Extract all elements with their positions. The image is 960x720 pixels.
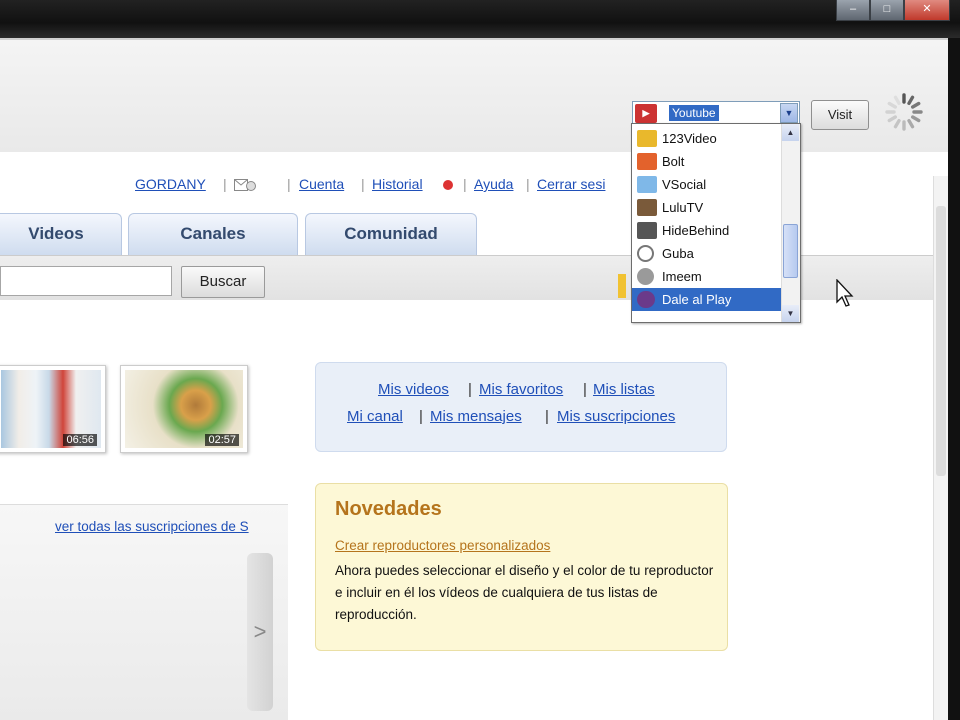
separator: | — [419, 408, 423, 425]
window-controls: – □ ✕ — [836, 0, 950, 21]
123video-icon — [637, 130, 657, 147]
scroll-down-icon[interactable]: ▼ — [782, 305, 799, 322]
dropdown-scrollbar[interactable]: ▲ ▼ — [781, 124, 800, 322]
site-selector[interactable]: ▶ Youtube ▼ — [632, 101, 800, 125]
video-duration: 06:56 — [63, 434, 97, 446]
scroll-up-icon[interactable]: ▲ — [782, 124, 799, 141]
visit-button[interactable]: Visit — [811, 100, 869, 130]
site-dropdown-list[interactable]: 123Video Bolt VSocial LuluTV HideBehind … — [631, 123, 801, 323]
my-channel-link[interactable]: Mi canal — [347, 408, 403, 425]
subscriptions-panel: ver todas las suscripciones de S > — [0, 504, 288, 720]
lulutv-icon — [637, 199, 657, 216]
news-text: Ahora puedes seleccionar el diseño y el … — [335, 563, 714, 622]
history-link[interactable]: Historial — [372, 176, 423, 192]
screen-edge — [948, 38, 960, 720]
news-title: Novedades — [335, 498, 442, 520]
dropdown-option[interactable]: 123Video — [632, 127, 782, 150]
separator: | — [545, 408, 549, 425]
my-links-box: Mis videos | Mis favoritos | Mis listas … — [315, 362, 727, 452]
separator: | — [287, 176, 291, 192]
chevron-right-icon[interactable]: > — [247, 553, 273, 711]
search-input[interactable] — [0, 266, 172, 296]
video-thumbnail[interactable]: 06:56 — [0, 365, 106, 453]
accent-strip — [618, 274, 626, 298]
site-selector-value: Youtube — [669, 105, 719, 121]
dropdown-option[interactable]: Guba — [632, 242, 782, 265]
news-box: Novedades Crear reproductores personaliz… — [315, 483, 728, 651]
bolt-icon — [637, 153, 657, 170]
video-duration: 02:57 — [205, 434, 239, 446]
search-button[interactable]: Buscar — [181, 266, 265, 298]
scroll-thumb[interactable] — [936, 206, 946, 476]
tab-canales[interactable]: Canales — [128, 213, 298, 255]
separator: | — [463, 176, 467, 192]
sign-out-link[interactable]: Cerrar sesi — [537, 176, 605, 192]
mouse-cursor-icon — [836, 279, 854, 307]
dropdown-option[interactable]: LuluTV — [632, 196, 782, 219]
dropdown-option[interactable]: VSocial — [632, 173, 782, 196]
scroll-thumb[interactable] — [783, 224, 798, 278]
imeem-icon — [637, 268, 654, 285]
toolbar: ▶ Youtube ▼ Visit — [0, 38, 948, 154]
hidebehind-icon — [637, 222, 657, 239]
tab-videos[interactable]: Videos — [0, 213, 122, 255]
dropdown-option[interactable]: Imeem — [632, 265, 782, 288]
separator: | — [468, 381, 472, 398]
record-icon — [443, 180, 453, 190]
username-link[interactable]: GORDANY — [135, 176, 206, 192]
separator: | — [526, 176, 530, 192]
page-scrollbar[interactable] — [933, 176, 948, 720]
close-button[interactable]: ✕ — [904, 0, 950, 21]
help-link[interactable]: Ayuda — [474, 176, 513, 192]
tab-comunidad[interactable]: Comunidad — [305, 213, 477, 255]
youtube-icon: ▶ — [635, 104, 657, 123]
dropdown-option-selected[interactable]: Dale al Play — [632, 288, 782, 311]
dropdown-option[interactable]: Bolt — [632, 150, 782, 173]
my-favorites-link[interactable]: Mis favoritos — [479, 381, 563, 398]
window-titlebar: – □ ✕ — [0, 0, 960, 38]
chevron-down-icon[interactable]: ▼ — [780, 103, 798, 123]
youtube-page: GORDANY | | Cuenta | Historial | Ayuda |… — [0, 152, 948, 720]
dropdown-option[interactable]: HideBehind — [632, 219, 782, 242]
news-link[interactable]: Crear reproductores personalizados — [335, 538, 550, 553]
maximize-button[interactable]: □ — [870, 0, 904, 21]
mail-icon[interactable] — [234, 179, 256, 193]
search-bar: Buscar — [0, 255, 948, 300]
separator: | — [583, 381, 587, 398]
dale-al-play-icon — [637, 291, 655, 308]
guba-icon — [637, 245, 654, 262]
loading-spinner-icon — [885, 93, 923, 131]
my-videos-link[interactable]: Mis videos — [378, 381, 449, 398]
separator: | — [361, 176, 365, 192]
all-subscriptions-link[interactable]: ver todas las suscripciones de S — [55, 519, 249, 534]
separator: | — [223, 176, 227, 192]
vsocial-icon — [637, 176, 657, 193]
my-lists-link[interactable]: Mis listas — [593, 381, 655, 398]
account-link[interactable]: Cuenta — [299, 176, 344, 192]
user-links: GORDANY | | Cuenta | Historial | Ayuda |… — [0, 176, 640, 198]
browser-window: ▶ Youtube ▼ Visit 123Video Bolt VSocial … — [0, 38, 948, 720]
minimize-button[interactable]: – — [836, 0, 870, 21]
my-messages-link[interactable]: Mis mensajes — [430, 408, 522, 425]
video-thumbnail[interactable]: 02:57 — [120, 365, 248, 453]
my-subscriptions-link[interactable]: Mis suscripciones — [557, 408, 675, 425]
